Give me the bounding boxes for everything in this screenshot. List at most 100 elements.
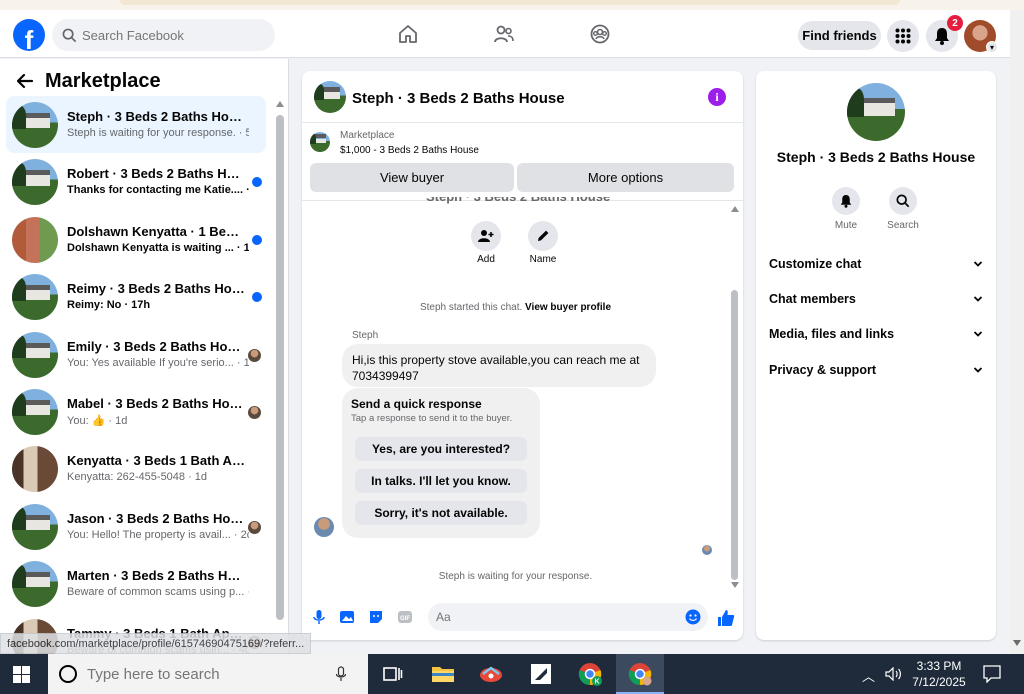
- list-item[interactable]: Mabel · 3 Beds 2 Baths House You: 👍 · 1d: [6, 383, 266, 440]
- section-privacy-support[interactable]: Privacy & support: [756, 354, 996, 386]
- speaker-icon[interactable]: [885, 667, 903, 681]
- chevron-down-icon: [973, 261, 983, 267]
- unread-indicator: [252, 177, 262, 188]
- sender-avatar[interactable]: [314, 517, 334, 537]
- listing-thumbnail[interactable]: [310, 132, 330, 152]
- task-view-icon[interactable]: [380, 662, 404, 686]
- file-explorer-icon[interactable]: [431, 662, 455, 686]
- svg-text:K: K: [594, 679, 599, 686]
- mute-button[interactable]: [832, 187, 860, 215]
- microphone-icon[interactable]: [311, 609, 327, 625]
- list-item[interactable]: Emily · 3 Beds 2 Baths House You: Yes ava…: [6, 326, 266, 383]
- chevron-down-icon: [973, 331, 983, 337]
- page-scrollbar[interactable]: [1010, 10, 1024, 654]
- section-media-files-links[interactable]: Media, files and links: [756, 318, 996, 350]
- page-scroll-down-icon[interactable]: [1013, 640, 1021, 646]
- section-label: Media, files and links: [769, 327, 895, 341]
- conversation-title: Mabel · 3 Beds 2 Baths House: [67, 395, 245, 411]
- sidebar-scrollbar[interactable]: [275, 99, 285, 654]
- list-item[interactable]: Dolshawn Kenyatta · 1 Bed 1 B... Dolshawn…: [6, 211, 266, 268]
- sticker-icon[interactable]: [368, 609, 384, 625]
- name-button[interactable]: [528, 221, 558, 251]
- listing-price[interactable]: $1,000 - 3 Beds 2 Baths House: [340, 145, 479, 156]
- view-buyer-profile-link[interactable]: View buyer profile: [525, 302, 611, 313]
- sidebar-scroll-thumb[interactable]: [276, 115, 284, 620]
- conversation-preview: Steph is waiting for your response. · 5h: [67, 127, 249, 139]
- chat-scrollbar[interactable]: [730, 204, 740, 589]
- windows-taskbar: K ︿ 3:33 PM 7/12/2025: [0, 654, 1024, 694]
- conversation-preview: Dolshawn Kenyatta is waiting ... · 17h: [67, 241, 249, 254]
- add-button[interactable]: [471, 221, 501, 251]
- taskbar-search-input[interactable]: [87, 665, 327, 683]
- conversation-preview: You: 👍 · 1d: [67, 414, 128, 427]
- listing-photo[interactable]: [847, 83, 905, 141]
- scroll-up-arrow-icon[interactable]: [276, 101, 284, 107]
- find-friends-button[interactable]: Find friends: [798, 21, 881, 50]
- chevron-down-icon: [973, 367, 983, 373]
- sender-name: Steph: [352, 330, 379, 341]
- mute-label: Mute: [834, 220, 858, 231]
- menu-button[interactable]: [887, 20, 919, 52]
- sticky-notes-icon[interactable]: [529, 662, 553, 686]
- chat-started-notice: Steph started this chat. View buyer prof…: [302, 302, 729, 313]
- conversation-title: Emily · 3 Beds 2 Baths House: [67, 338, 245, 354]
- search-in-conversation-button[interactable]: [889, 187, 917, 215]
- snipping-tool-icon[interactable]: [479, 662, 503, 686]
- list-item[interactable]: Steph · 3 Beds 2 Baths House Steph is wai…: [6, 96, 266, 154]
- chrome-profile-k-icon[interactable]: K: [578, 662, 602, 686]
- bell-icon: [935, 28, 949, 45]
- list-item[interactable]: Kenyatta · 3 Beds 1 Bath Apart... Kenyatt…: [6, 440, 266, 497]
- more-options-button[interactable]: More options: [517, 163, 734, 192]
- back-arrow-icon[interactable]: [16, 72, 34, 90]
- facebook-logo-icon[interactable]: f: [13, 19, 45, 51]
- quick-reply-interested[interactable]: Yes, are you interested?: [355, 437, 527, 461]
- quick-reply-not-available[interactable]: Sorry, it's not available.: [355, 501, 527, 525]
- list-item[interactable]: Marten · 3 Beds 2 Baths House Beware of c…: [6, 555, 266, 612]
- unread-indicator: [252, 234, 262, 245]
- conversation-thumbnail: [12, 331, 58, 378]
- section-customize-chat[interactable]: Customize chat: [756, 248, 996, 280]
- chrome-icon[interactable]: [628, 662, 652, 686]
- clock-date: 7/12/2025: [912, 675, 966, 689]
- taskbar-clock[interactable]: 3:33 PM 7/12/2025: [906, 658, 972, 690]
- emoji-icon[interactable]: [685, 609, 701, 625]
- conversation-thumbnail: [12, 503, 58, 550]
- svg-text:GIF: GIF: [400, 616, 410, 622]
- gif-icon[interactable]: GIF: [397, 609, 413, 625]
- list-item[interactable]: Reimy · 3 Beds 2 Baths House Reimy: No · …: [6, 268, 266, 325]
- friends-icon[interactable]: [493, 23, 515, 45]
- list-item[interactable]: Robert · 3 Beds 2 Baths House Thanks for …: [6, 153, 266, 210]
- conversation-preview: You: Yes available If you're serio... · …: [67, 356, 249, 369]
- microphone-icon[interactable]: [335, 666, 347, 682]
- account-chevron-down-icon[interactable]: ▾: [986, 41, 998, 53]
- conversation-thumbnail: [12, 274, 58, 321]
- chat-scroll-thumb[interactable]: [731, 290, 738, 580]
- section-chat-members[interactable]: Chat members: [756, 283, 996, 315]
- chat-title[interactable]: Steph · 3 Beds 2 Baths House: [352, 90, 565, 107]
- message-input[interactable]: [428, 603, 708, 631]
- search-icon: [62, 28, 77, 42]
- facebook-search[interactable]: [52, 19, 275, 51]
- home-icon[interactable]: [397, 23, 419, 45]
- chat-scroll-up-icon[interactable]: [731, 206, 739, 212]
- info-icon[interactable]: i: [708, 88, 726, 106]
- quick-reply-in-talks[interactable]: In talks. I'll let you know.: [355, 469, 527, 493]
- search-input[interactable]: [82, 27, 252, 43]
- windows-start-icon[interactable]: [13, 666, 30, 683]
- photo-icon[interactable]: [339, 609, 355, 625]
- add-label: Add: [477, 254, 495, 265]
- notifications-center-icon[interactable]: [983, 665, 1001, 683]
- apps-grid-icon: [895, 28, 911, 44]
- chat-scroll-down-icon[interactable]: [731, 582, 739, 588]
- chat-listing-thumbnail[interactable]: [314, 81, 346, 113]
- list-item[interactable]: Jason · 3 Beds 2 Baths House You: Hello! …: [6, 498, 266, 555]
- search-icon: [896, 194, 910, 208]
- tray-overflow-chevron-icon[interactable]: ︿: [862, 666, 875, 685]
- groups-icon[interactable]: [589, 23, 611, 45]
- thumbs-up-icon[interactable]: [717, 609, 735, 627]
- view-buyer-button[interactable]: View buyer: [310, 163, 514, 192]
- read-receipt-avatar: [248, 520, 261, 534]
- clock-time: 3:33 PM: [916, 659, 962, 673]
- listing-bar: Marketplace $1,000 - 3 Beds 2 Baths Hous…: [302, 123, 743, 201]
- taskbar-search[interactable]: [48, 654, 368, 694]
